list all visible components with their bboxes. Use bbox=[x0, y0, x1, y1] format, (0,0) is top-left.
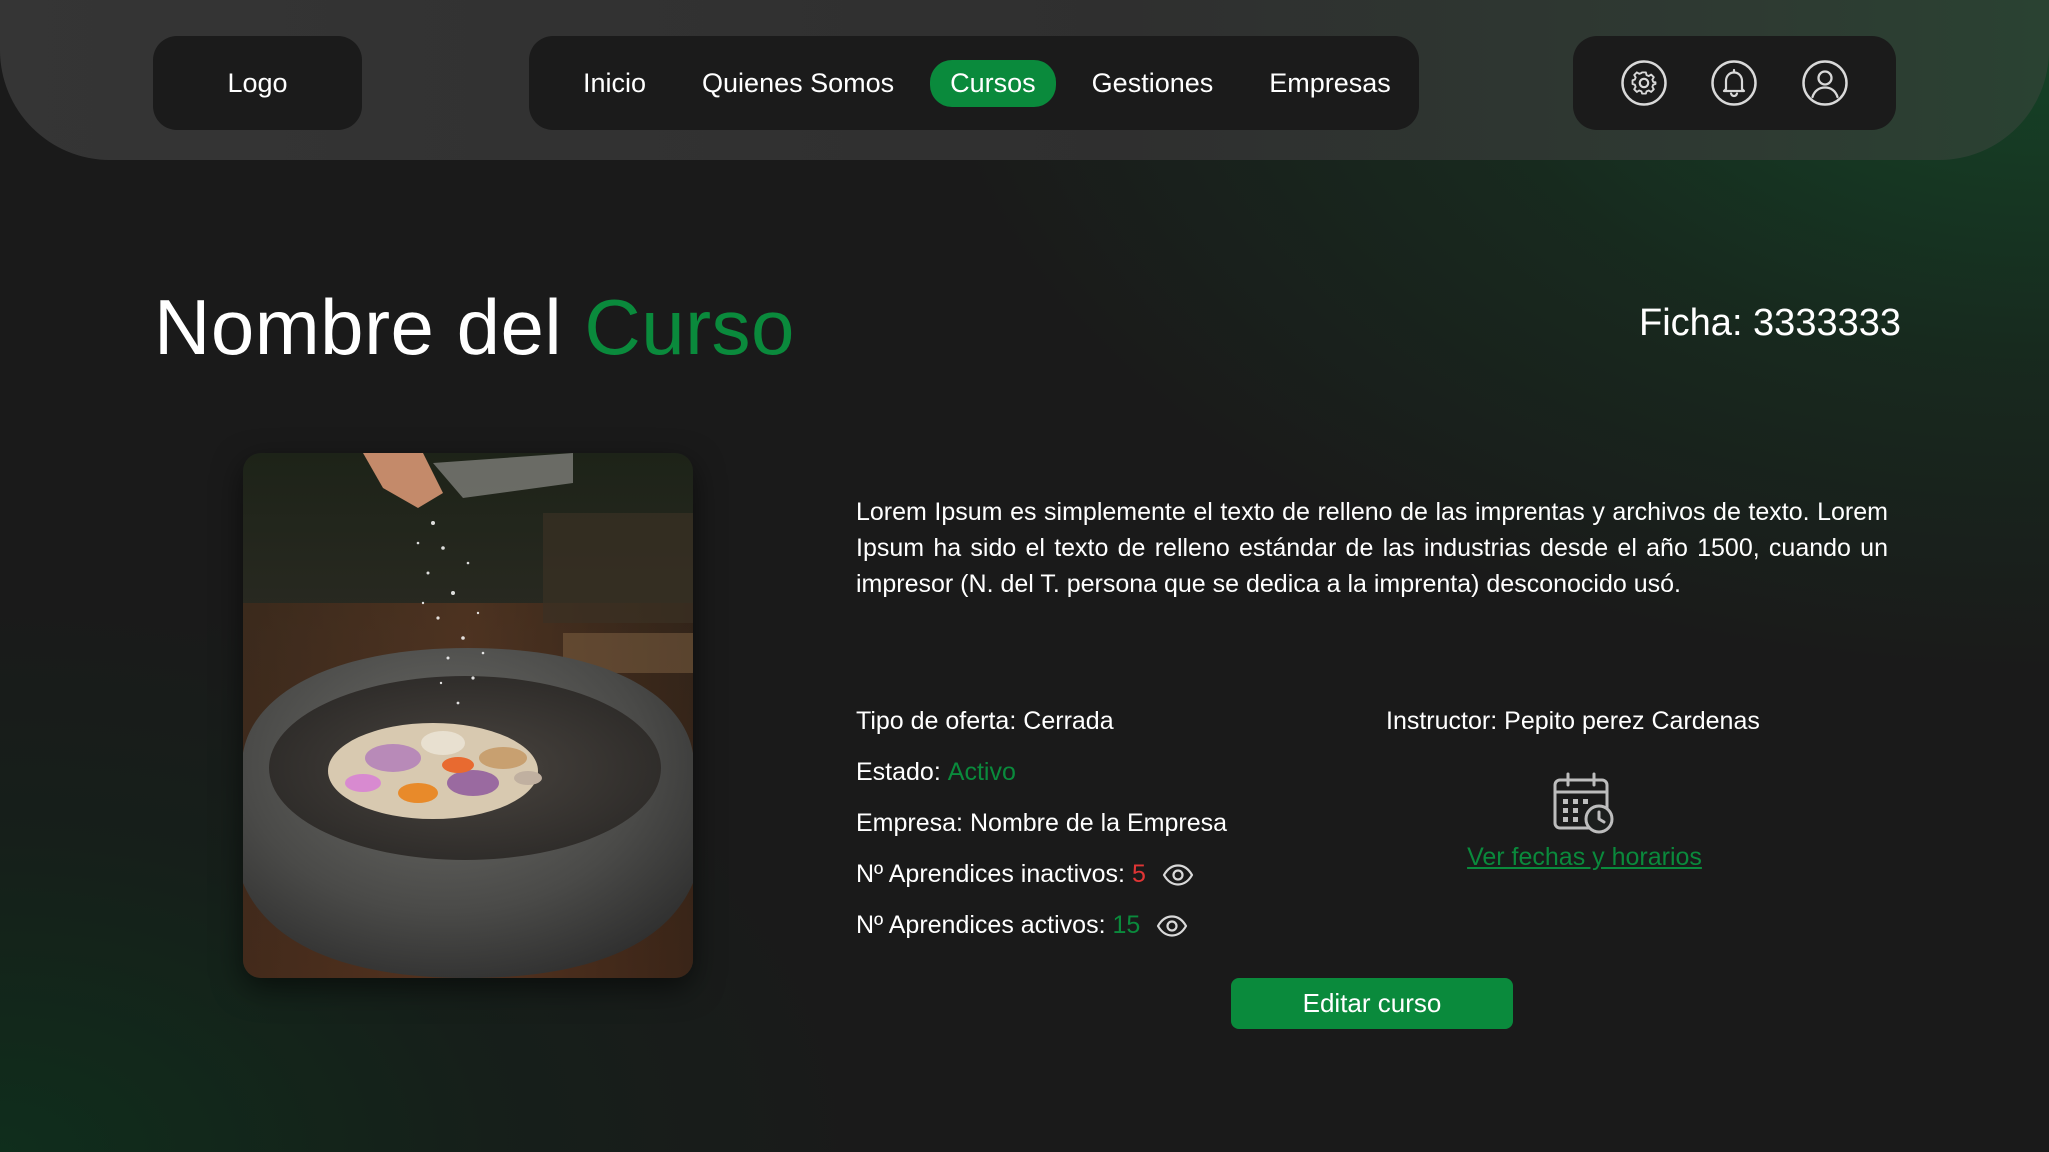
offer-type-row: Tipo de oferta: Cerrada bbox=[856, 696, 1227, 747]
nav-item-cursos[interactable]: Cursos bbox=[930, 59, 1056, 107]
inactive-learners-count: 5 bbox=[1131, 860, 1146, 888]
settings-icon[interactable] bbox=[1619, 58, 1669, 108]
view-active-eye-icon[interactable] bbox=[1156, 914, 1188, 937]
bell-icon[interactable] bbox=[1709, 58, 1759, 108]
company-value: Nombre de la Empresa bbox=[969, 809, 1228, 837]
active-learners-count: 15 bbox=[1112, 911, 1141, 939]
status-row: Estado: Activo bbox=[856, 747, 1227, 798]
offer-type-value: Cerrada bbox=[1023, 707, 1114, 735]
status-value: Activo bbox=[947, 758, 1016, 786]
page-title: Nombre del Curso bbox=[154, 282, 795, 373]
user-icon[interactable] bbox=[1800, 58, 1850, 108]
edit-course-button[interactable]: Editar curso bbox=[1231, 978, 1513, 1029]
nav-item-gestiones[interactable]: Gestiones bbox=[1072, 60, 1234, 107]
page-title-main: Nombre del bbox=[154, 283, 563, 371]
active-learners-row: Nº Aprendices activos: 15 bbox=[856, 900, 1227, 951]
logo[interactable]: Logo bbox=[153, 36, 362, 130]
course-description: Lorem Ipsum es simplemente el texto de r… bbox=[856, 498, 1888, 598]
main-nav: Inicio Quienes Somos Cursos Gestiones Em… bbox=[529, 36, 1419, 130]
status-label: Estado: bbox=[856, 758, 941, 786]
active-learners-label: Nº Aprendices activos: bbox=[856, 911, 1106, 939]
inactive-learners-label: Nº Aprendices inactivos: bbox=[856, 860, 1125, 888]
calendar-clock-icon[interactable] bbox=[1551, 771, 1617, 837]
course-ficha: Ficha: 3333333 bbox=[1639, 302, 1901, 344]
inactive-learners-row: Nº Aprendices inactivos: 5 bbox=[856, 849, 1227, 900]
view-inactive-eye-icon[interactable] bbox=[1162, 863, 1194, 886]
offer-type-label: Tipo de oferta: bbox=[856, 707, 1017, 735]
nav-item-quienes-somos[interactable]: Quienes Somos bbox=[682, 60, 914, 107]
course-details: Tipo de oferta: Cerrada Estado: Activo E… bbox=[856, 696, 1227, 951]
company-label: Empresa: bbox=[856, 809, 963, 837]
nav-item-inicio[interactable]: Inicio bbox=[563, 60, 666, 107]
instructor-row: Instructor: Pepito perez Cardenas bbox=[1386, 696, 1760, 747]
header-actions bbox=[1573, 36, 1896, 130]
instructor-label: Instructor: bbox=[1386, 707, 1498, 735]
company-row: Empresa: Nombre de la Empresa bbox=[856, 798, 1227, 849]
view-schedule-link[interactable]: Ver fechas y horarios bbox=[1458, 843, 1711, 872]
page-title-accent: Curso bbox=[584, 283, 795, 371]
instructor-value: Pepito perez Cardenas bbox=[1504, 707, 1760, 735]
course-image bbox=[243, 453, 693, 978]
nav-item-empresas[interactable]: Empresas bbox=[1249, 60, 1411, 107]
logo-text: Logo bbox=[227, 67, 288, 98]
